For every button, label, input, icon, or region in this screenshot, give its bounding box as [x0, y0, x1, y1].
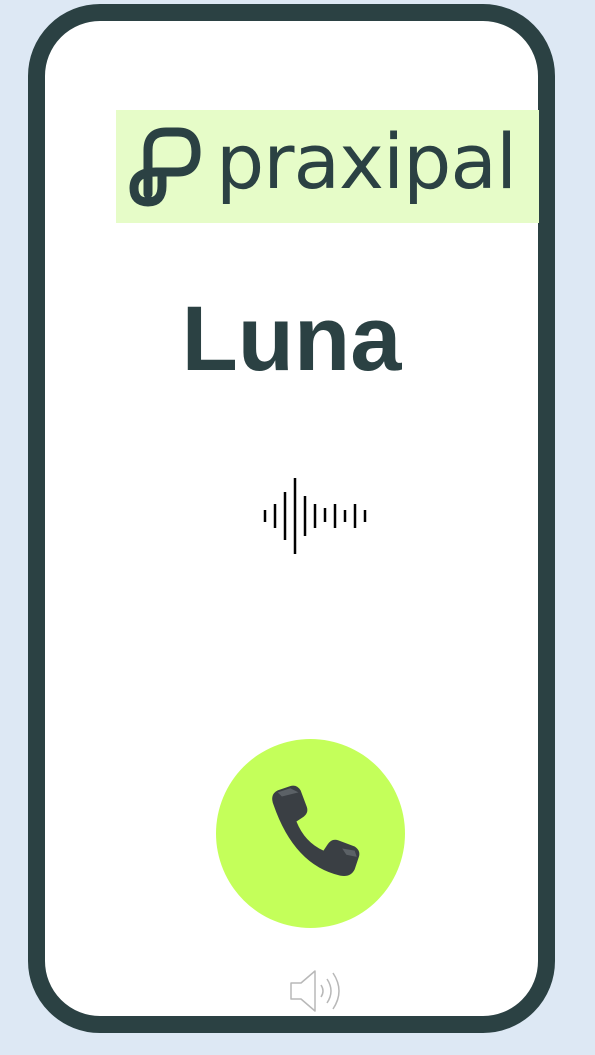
brand-logo: praxipal — [116, 110, 539, 223]
caller-name: Luna — [181, 288, 402, 390]
phone-handset-icon — [271, 785, 359, 876]
audio-waveform-icon — [263, 478, 367, 554]
answer-call-button[interactable] — [216, 739, 405, 928]
speaker-button[interactable] — [285, 965, 349, 1022]
speaker-volume-icon — [290, 970, 340, 1012]
brand-name: praxipal — [216, 116, 517, 206]
praxipal-logo-icon — [129, 127, 201, 206]
phone-frame: praxipal Luna — [28, 4, 555, 1033]
